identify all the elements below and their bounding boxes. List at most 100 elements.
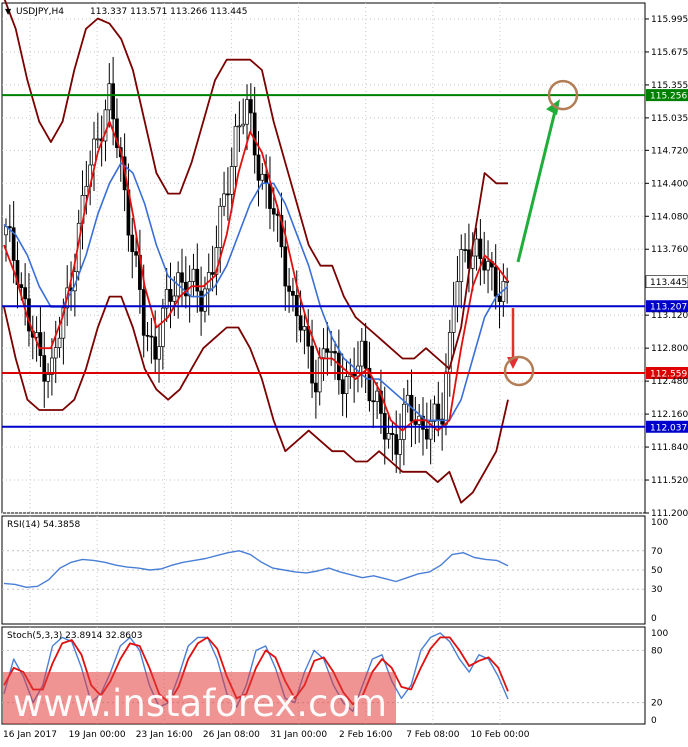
stoch-tick-label: 20 [651, 699, 663, 709]
candle-body [474, 238, 479, 257]
candle-body [111, 83, 115, 120]
chart-root: 115.256 113.207 112.559 112.037 113.445 16 J… [0, 0, 688, 743]
candle-body [42, 355, 47, 382]
candle-body [172, 295, 177, 302]
candle-body [237, 125, 242, 128]
candle-body [436, 403, 441, 420]
y-tick-label: 115.355 [651, 81, 688, 91]
candle-body [298, 315, 303, 331]
candle-body [141, 289, 146, 336]
rsi-title: RSI(14) 54.3858 [7, 520, 80, 530]
x-tick-label: 23 Jan 16:00 [136, 730, 193, 740]
candle-body [95, 138, 100, 141]
y-tick-label: 112.800 [651, 344, 688, 354]
candle-body [340, 379, 345, 394]
y-tick-label: 111.520 [651, 476, 688, 486]
candle-body [317, 357, 322, 393]
rsi-tick-label: 70 [651, 547, 663, 557]
level-price-tag-label: 115.256 [650, 92, 687, 102]
rsi-tick-label: 100 [651, 518, 668, 528]
chart-svg: 115.256113.207112.559112.037113.445 16 J… [1, 0, 688, 740]
y-tick-label: 114.720 [651, 146, 688, 156]
x-tick-label: 19 Jan 00:00 [69, 730, 126, 740]
rsi-tick-label: 0 [651, 614, 657, 624]
candle-body [359, 340, 364, 367]
candle-body [233, 125, 238, 167]
candle-body [325, 348, 330, 353]
candle-body [291, 290, 295, 296]
candle-body [402, 403, 406, 440]
candle-body [333, 351, 337, 354]
candle-body [226, 193, 230, 196]
candle-body [7, 226, 12, 229]
x-tick-label: 10 Feb 00:00 [470, 730, 529, 740]
candle-body [153, 336, 158, 360]
candle-body [157, 346, 161, 360]
candle-body [252, 112, 257, 156]
candle-body [302, 326, 307, 331]
y-tick-label: 114.400 [651, 179, 688, 189]
rsi-tick-label: 30 [651, 585, 663, 595]
candle-body [130, 234, 135, 253]
y-tick-label: 115.035 [651, 114, 688, 124]
candle-body [23, 287, 27, 300]
candle-body [283, 246, 288, 287]
candle-body [432, 403, 437, 422]
y-tick-label: 114.080 [651, 212, 688, 222]
candle-body [321, 348, 326, 358]
candle-body [451, 306, 456, 333]
candle-body [271, 208, 276, 215]
candle-body [145, 334, 150, 337]
candle-body [371, 400, 376, 403]
candle-body [310, 345, 314, 384]
candle-body [497, 295, 502, 302]
candle-body [287, 285, 291, 292]
candle-body [444, 371, 448, 425]
chart-title: USDJPY,H4 [16, 7, 64, 17]
x-tick-label: 16 Jan 2017 [3, 730, 57, 740]
y-tick-label: 113.760 [651, 245, 688, 255]
candle-body [195, 268, 200, 292]
y-tick-label: 113.120 [651, 311, 688, 321]
candle-body [168, 289, 173, 302]
candle-body [424, 428, 429, 440]
x-tick-label: 2 Feb 16:00 [339, 730, 393, 740]
candle-body [46, 374, 50, 382]
candle-body [363, 340, 368, 369]
candle-body [38, 332, 43, 356]
stoch-tick-label: 100 [651, 629, 668, 639]
candle-body [463, 249, 467, 251]
candle-body [264, 173, 269, 184]
candle-body [459, 249, 464, 283]
stoch-title: Stoch(5,3,3) 23.8914 32.8603 [7, 631, 142, 641]
candle-body [390, 433, 395, 435]
candle-body [183, 281, 188, 297]
x-tick-label: 7 Feb 08:00 [406, 730, 460, 740]
ohlc-text: 113.337 113.571 113.266 113.445 [90, 7, 247, 17]
candle-body [478, 238, 483, 259]
y-tick-label: 111.840 [651, 443, 688, 453]
candle-body [241, 123, 246, 127]
triangle-icon: ▼ [5, 7, 12, 16]
candle-body [149, 335, 154, 338]
y-tick-label: 115.995 [651, 15, 688, 25]
candle-body [222, 193, 226, 207]
candle-body [191, 268, 196, 282]
stoch-tick-label: 80 [651, 646, 663, 656]
watermark-text: www.instaforex.com [13, 682, 387, 725]
candle-body [375, 390, 379, 402]
candle-body [134, 251, 138, 256]
candle-body [53, 347, 58, 359]
candle-body [455, 281, 460, 307]
candle-body [199, 290, 203, 312]
candle-body [260, 173, 265, 181]
candle-body [107, 83, 112, 111]
candle-body [344, 376, 349, 394]
x-tick-label: 26 Jan 08:00 [203, 730, 260, 740]
candle-body [248, 99, 253, 114]
candle-body [493, 266, 498, 297]
candle-body [210, 272, 215, 275]
y-tick-label: 112.160 [651, 410, 688, 420]
current-price-label: 113.445 [650, 278, 687, 288]
y-tick-label: 115.675 [651, 48, 688, 58]
